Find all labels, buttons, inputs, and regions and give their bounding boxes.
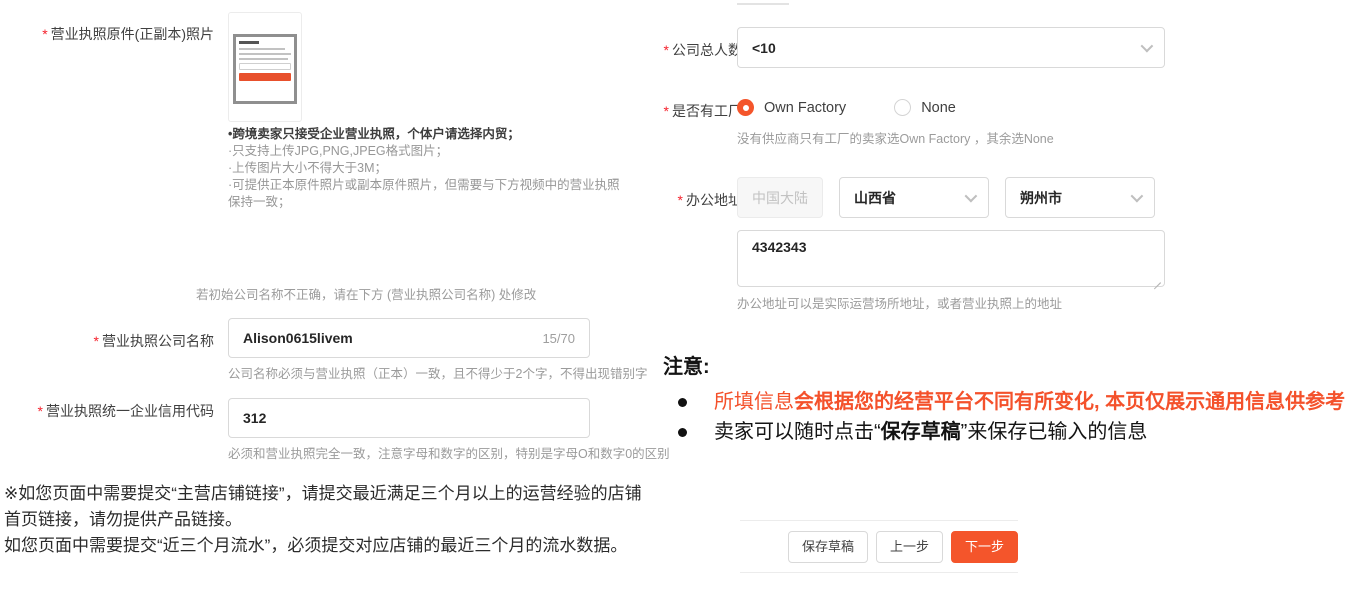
radio-none-icon[interactable] xyxy=(894,99,911,116)
factory-radio-group: Own Factory None xyxy=(737,99,956,116)
company-size-label: *公司总人数 xyxy=(600,40,742,61)
company-name-help: 公司名称必须与营业执照（正本）一致，且不得少于2个字，不得出现错别字 xyxy=(228,366,647,383)
upload-requirements: •跨境卖家只接受企业营业执照，个体户请选择内贸； ·只支持上传JPG,PNG,J… xyxy=(228,126,624,211)
office-address-label: *办公地址 xyxy=(600,190,742,211)
company-name-field[interactable]: 15/70 xyxy=(228,318,590,358)
required-marker: * xyxy=(94,333,99,349)
notice-bullet-2: 卖家可以随时点击“保存草稿”来保存已输入的信息 xyxy=(663,417,1365,447)
credit-code-label: *营业执照统一企业信用代码 xyxy=(36,401,214,422)
company-size-value: <10 xyxy=(752,40,776,56)
notice2-suffix: ”来保存已输入的信息 xyxy=(961,421,1148,443)
upload-note-line: ·上传图片大小不得大于3M； xyxy=(228,160,624,177)
chevron-down-icon xyxy=(1141,40,1154,53)
crop-artifact-line xyxy=(737,3,789,5)
notice-section: 注意: 所填信息会根据您的经营平台不同有所变化, 本页仅展示通用信息供参考 卖家… xyxy=(663,350,1365,447)
bullet-dot-icon xyxy=(678,428,687,437)
notice2-bold: 保存草稿 xyxy=(881,421,961,443)
office-address-help: 办公地址可以是实际运营场所地址，或者营业执照上的地址 xyxy=(737,296,1062,313)
factory-label: *是否有工厂 xyxy=(600,101,742,122)
province-select[interactable]: 山西省 xyxy=(839,177,989,218)
upload-note-line: ·可提供正本原件照片或副本原件照片，但需要与下方视频中的营业执照保持一致； xyxy=(228,177,624,211)
previous-step-button[interactable]: 上一步 xyxy=(876,531,943,563)
next-step-button[interactable]: 下一步 xyxy=(951,531,1018,563)
upload-note-line: •跨境卖家只接受企业营业执照，个体户请选择内贸； xyxy=(228,126,624,143)
credit-code-input[interactable] xyxy=(243,410,575,426)
city-select[interactable]: 朔州市 xyxy=(1005,177,1155,218)
credit-code-help: 必须和营业执照完全一致，注意字母和数字的区别，特别是字母O和数字0的区别 xyxy=(228,446,670,463)
city-value: 朔州市 xyxy=(1020,188,1062,208)
factory-help: 没有供应商只有工厂的卖家选Own Factory ，其余选None xyxy=(737,131,1054,148)
notice1-normal: 所填信息 xyxy=(714,391,794,413)
char-counter: 15/70 xyxy=(542,331,575,346)
address-detail-textarea[interactable]: 4342343 xyxy=(738,231,1164,286)
chevron-down-icon xyxy=(1131,190,1144,203)
radio-none-label[interactable]: None xyxy=(921,100,956,116)
page-footnote: ※如您页面中需要提交“主营店铺链接”，请提交最近满足三个月以上的运营经验的店铺首… xyxy=(4,481,652,559)
action-button-bar: 保存草稿 上一步 下一步 xyxy=(740,520,1018,573)
rename-note: 若初始公司名称不正确，请在下方 (营业执照公司名称) 处修改 xyxy=(196,287,536,304)
notice-title: 注意: xyxy=(663,350,1365,379)
chevron-down-icon xyxy=(965,190,978,203)
thumbnail-dialog-preview xyxy=(233,34,297,104)
license-photo-label: *营业执照原件(正副本)照片 xyxy=(36,24,214,45)
upload-note-line: ·只支持上传JPG,PNG,JPEG格式图片； xyxy=(228,143,624,160)
seller-registration-form: *营业执照原件(正副本)照片 •跨境卖家只接受企业营业执照，个体户请选择内贸； … xyxy=(0,0,1365,595)
company-name-input[interactable] xyxy=(243,330,534,346)
notice1-bold: 会根据您的经营平台不同有所变化, 本页仅展示通用信息供参考 xyxy=(794,391,1345,413)
footnote-line: ※如您页面中需要提交“主营店铺链接”，请提交最近满足三个月以上的运营经验的店铺首… xyxy=(4,481,652,533)
thumbnail-red-button xyxy=(239,73,291,81)
required-marker: * xyxy=(664,103,669,119)
footnote-line: 如您页面中需要提交“近三个月流水”，必须提交对应店铺的最近三个月的流水数据。 xyxy=(4,533,652,559)
bullet-dot-icon xyxy=(678,398,687,407)
radio-own-factory-icon[interactable] xyxy=(737,99,754,116)
address-detail-field[interactable]: 4342343 xyxy=(737,230,1165,287)
save-draft-button[interactable]: 保存草稿 xyxy=(788,531,868,563)
company-size-select[interactable]: <10 xyxy=(737,27,1165,68)
notice2-prefix: 卖家可以随时点击“ xyxy=(714,421,881,443)
license-upload-thumbnail[interactable] xyxy=(228,12,302,122)
province-value: 山西省 xyxy=(854,188,896,208)
required-marker: * xyxy=(664,42,669,58)
company-name-label: *营业执照公司名称 xyxy=(36,331,214,352)
radio-own-factory-label[interactable]: Own Factory xyxy=(764,100,846,116)
required-marker: * xyxy=(678,192,683,208)
region-field-disabled: 中国大陆 xyxy=(737,177,823,218)
required-marker: * xyxy=(38,403,43,419)
notice-bullet-1: 所填信息会根据您的经营平台不同有所变化, 本页仅展示通用信息供参考 xyxy=(663,387,1365,417)
credit-code-field[interactable] xyxy=(228,398,590,438)
required-marker: * xyxy=(42,26,47,42)
